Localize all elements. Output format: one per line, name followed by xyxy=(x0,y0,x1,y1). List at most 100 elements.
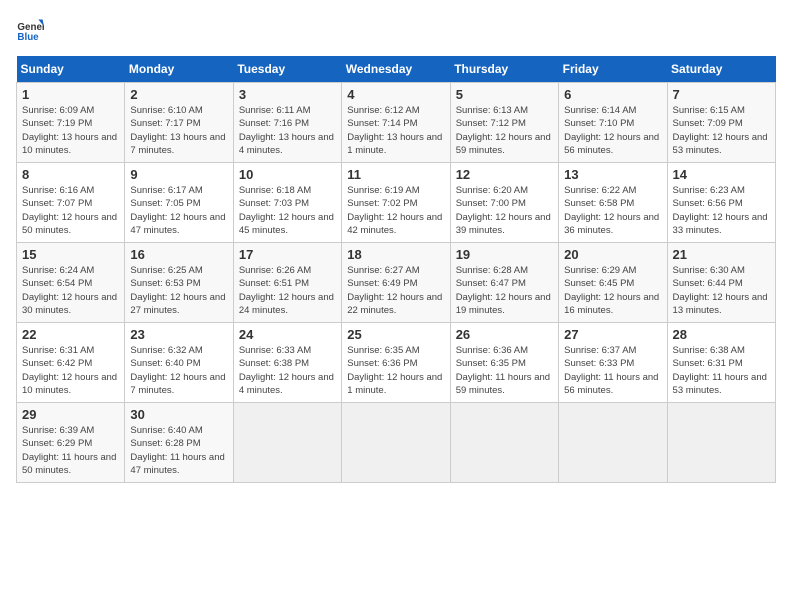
weekday-header-wednesday: Wednesday xyxy=(342,56,450,83)
day-number: 30 xyxy=(130,407,227,422)
day-number: 19 xyxy=(456,247,553,262)
calendar-cell: 12 Sunrise: 6:20 AMSunset: 7:00 PMDayligh… xyxy=(450,163,558,243)
calendar-cell: 21 Sunrise: 6:30 AMSunset: 6:44 PMDayligh… xyxy=(667,243,775,323)
day-content: Sunrise: 6:39 AMSunset: 6:29 PMDaylight:… xyxy=(22,424,119,477)
day-number: 2 xyxy=(130,87,227,102)
day-number: 14 xyxy=(673,167,770,182)
day-number: 18 xyxy=(347,247,444,262)
day-content: Sunrise: 6:27 AMSunset: 6:49 PMDaylight:… xyxy=(347,264,444,317)
day-number: 23 xyxy=(130,327,227,342)
day-content: Sunrise: 6:28 AMSunset: 6:47 PMDaylight:… xyxy=(456,264,553,317)
day-number: 20 xyxy=(564,247,661,262)
calendar-cell: 10 Sunrise: 6:18 AMSunset: 7:03 PMDayligh… xyxy=(233,163,341,243)
day-number: 12 xyxy=(456,167,553,182)
week-row-5: 29 Sunrise: 6:39 AMSunset: 6:29 PMDayligh… xyxy=(17,403,776,483)
calendar-cell: 1 Sunrise: 6:09 AMSunset: 7:19 PMDaylight… xyxy=(17,83,125,163)
day-number: 28 xyxy=(673,327,770,342)
calendar-cell xyxy=(559,403,667,483)
day-content: Sunrise: 6:15 AMSunset: 7:09 PMDaylight:… xyxy=(673,104,770,157)
day-content: Sunrise: 6:19 AMSunset: 7:02 PMDaylight:… xyxy=(347,184,444,237)
calendar-cell: 7Sunrise: 6:15 AMSunset: 7:09 PMDaylight… xyxy=(667,83,775,163)
calendar-cell: 14 Sunrise: 6:23 AMSunset: 6:56 PMDayligh… xyxy=(667,163,775,243)
calendar-cell: 9 Sunrise: 6:17 AMSunset: 7:05 PMDaylight… xyxy=(125,163,233,243)
day-number: 17 xyxy=(239,247,336,262)
day-content: Sunrise: 6:22 AMSunset: 6:58 PMDaylight:… xyxy=(564,184,661,237)
day-content: Sunrise: 6:11 AMSunset: 7:16 PMDaylight:… xyxy=(239,104,336,157)
calendar-cell: 29 Sunrise: 6:39 AMSunset: 6:29 PMDayligh… xyxy=(17,403,125,483)
day-number: 9 xyxy=(130,167,227,182)
calendar-cell: 2 Sunrise: 6:10 AMSunset: 7:17 PMDaylight… xyxy=(125,83,233,163)
calendar-cell xyxy=(667,403,775,483)
week-row-2: 8 Sunrise: 6:16 AMSunset: 7:07 PMDaylight… xyxy=(17,163,776,243)
day-content: Sunrise: 6:16 AMSunset: 7:07 PMDaylight:… xyxy=(22,184,119,237)
weekday-header-tuesday: Tuesday xyxy=(233,56,341,83)
calendar-cell: 26Sunrise: 6:36 AMSunset: 6:35 PMDayligh… xyxy=(450,323,558,403)
day-number: 27 xyxy=(564,327,661,342)
calendar-cell xyxy=(450,403,558,483)
calendar-cell: 27 Sunrise: 6:37 AMSunset: 6:33 PMDayligh… xyxy=(559,323,667,403)
weekday-header-thursday: Thursday xyxy=(450,56,558,83)
calendar-cell: 30 Sunrise: 6:40 AMSunset: 6:28 PMDayligh… xyxy=(125,403,233,483)
day-number: 15 xyxy=(22,247,119,262)
calendar-cell: 16Sunrise: 6:25 AMSunset: 6:53 PMDayligh… xyxy=(125,243,233,323)
day-content: Sunrise: 6:20 AMSunset: 7:00 PMDaylight:… xyxy=(456,184,553,237)
day-content: Sunrise: 6:35 AMSunset: 6:36 PMDaylight:… xyxy=(347,344,444,397)
calendar-cell: 22Sunrise: 6:31 AMSunset: 6:42 PMDayligh… xyxy=(17,323,125,403)
day-content: Sunrise: 6:32 AMSunset: 6:40 PMDaylight:… xyxy=(130,344,227,397)
week-row-4: 22Sunrise: 6:31 AMSunset: 6:42 PMDayligh… xyxy=(17,323,776,403)
day-content: Sunrise: 6:33 AMSunset: 6:38 PMDaylight:… xyxy=(239,344,336,397)
day-number: 29 xyxy=(22,407,119,422)
day-content: Sunrise: 6:29 AMSunset: 6:45 PMDaylight:… xyxy=(564,264,661,317)
day-content: Sunrise: 6:30 AMSunset: 6:44 PMDaylight:… xyxy=(673,264,770,317)
day-number: 3 xyxy=(239,87,336,102)
calendar-cell: 24 Sunrise: 6:33 AMSunset: 6:38 PMDayligh… xyxy=(233,323,341,403)
calendar-cell: 5 Sunrise: 6:13 AMSunset: 7:12 PMDaylight… xyxy=(450,83,558,163)
calendar-cell: 13 Sunrise: 6:22 AMSunset: 6:58 PMDayligh… xyxy=(559,163,667,243)
calendar-table: SundayMondayTuesdayWednesdayThursdayFrid… xyxy=(16,56,776,483)
day-content: Sunrise: 6:10 AMSunset: 7:17 PMDaylight:… xyxy=(130,104,227,157)
calendar-cell: 18 Sunrise: 6:27 AMSunset: 6:49 PMDayligh… xyxy=(342,243,450,323)
day-content: Sunrise: 6:09 AMSunset: 7:19 PMDaylight:… xyxy=(22,104,119,157)
calendar-cell: 8 Sunrise: 6:16 AMSunset: 7:07 PMDaylight… xyxy=(17,163,125,243)
day-number: 26 xyxy=(456,327,553,342)
day-number: 21 xyxy=(673,247,770,262)
weekday-header-sunday: Sunday xyxy=(17,56,125,83)
calendar-body: 1 Sunrise: 6:09 AMSunset: 7:19 PMDaylight… xyxy=(17,83,776,483)
weekday-header-row: SundayMondayTuesdayWednesdayThursdayFrid… xyxy=(17,56,776,83)
weekday-header-monday: Monday xyxy=(125,56,233,83)
logo: General Blue xyxy=(16,16,48,44)
calendar-cell: 19 Sunrise: 6:28 AMSunset: 6:47 PMDayligh… xyxy=(450,243,558,323)
day-number: 10 xyxy=(239,167,336,182)
day-content: Sunrise: 6:14 AMSunset: 7:10 PMDaylight:… xyxy=(564,104,661,157)
day-content: Sunrise: 6:17 AMSunset: 7:05 PMDaylight:… xyxy=(130,184,227,237)
logo-icon: General Blue xyxy=(16,16,44,44)
calendar-cell: 3 Sunrise: 6:11 AMSunset: 7:16 PMDaylight… xyxy=(233,83,341,163)
calendar-cell: 20 Sunrise: 6:29 AMSunset: 6:45 PMDayligh… xyxy=(559,243,667,323)
day-number: 24 xyxy=(239,327,336,342)
calendar-cell: 15 Sunrise: 6:24 AMSunset: 6:54 PMDayligh… xyxy=(17,243,125,323)
day-number: 5 xyxy=(456,87,553,102)
calendar-cell: 6 Sunrise: 6:14 AMSunset: 7:10 PMDaylight… xyxy=(559,83,667,163)
day-content: Sunrise: 6:26 AMSunset: 6:51 PMDaylight:… xyxy=(239,264,336,317)
weekday-header-friday: Friday xyxy=(559,56,667,83)
day-number: 13 xyxy=(564,167,661,182)
day-content: Sunrise: 6:23 AMSunset: 6:56 PMDaylight:… xyxy=(673,184,770,237)
day-number: 8 xyxy=(22,167,119,182)
day-number: 6 xyxy=(564,87,661,102)
weekday-header-saturday: Saturday xyxy=(667,56,775,83)
calendar-cell: 23 Sunrise: 6:32 AMSunset: 6:40 PMDayligh… xyxy=(125,323,233,403)
day-content: Sunrise: 6:40 AMSunset: 6:28 PMDaylight:… xyxy=(130,424,227,477)
day-content: Sunrise: 6:37 AMSunset: 6:33 PMDaylight:… xyxy=(564,344,661,397)
calendar-cell: 11 Sunrise: 6:19 AMSunset: 7:02 PMDayligh… xyxy=(342,163,450,243)
day-number: 11 xyxy=(347,167,444,182)
week-row-3: 15 Sunrise: 6:24 AMSunset: 6:54 PMDayligh… xyxy=(17,243,776,323)
day-number: 22 xyxy=(22,327,119,342)
day-content: Sunrise: 6:24 AMSunset: 6:54 PMDaylight:… xyxy=(22,264,119,317)
calendar-cell: 4Sunrise: 6:12 AMSunset: 7:14 PMDaylight… xyxy=(342,83,450,163)
day-content: Sunrise: 6:18 AMSunset: 7:03 PMDaylight:… xyxy=(239,184,336,237)
day-content: Sunrise: 6:13 AMSunset: 7:12 PMDaylight:… xyxy=(456,104,553,157)
calendar-cell: 28Sunrise: 6:38 AMSunset: 6:31 PMDayligh… xyxy=(667,323,775,403)
day-content: Sunrise: 6:12 AMSunset: 7:14 PMDaylight:… xyxy=(347,104,444,157)
day-number: 1 xyxy=(22,87,119,102)
week-row-1: 1 Sunrise: 6:09 AMSunset: 7:19 PMDaylight… xyxy=(17,83,776,163)
